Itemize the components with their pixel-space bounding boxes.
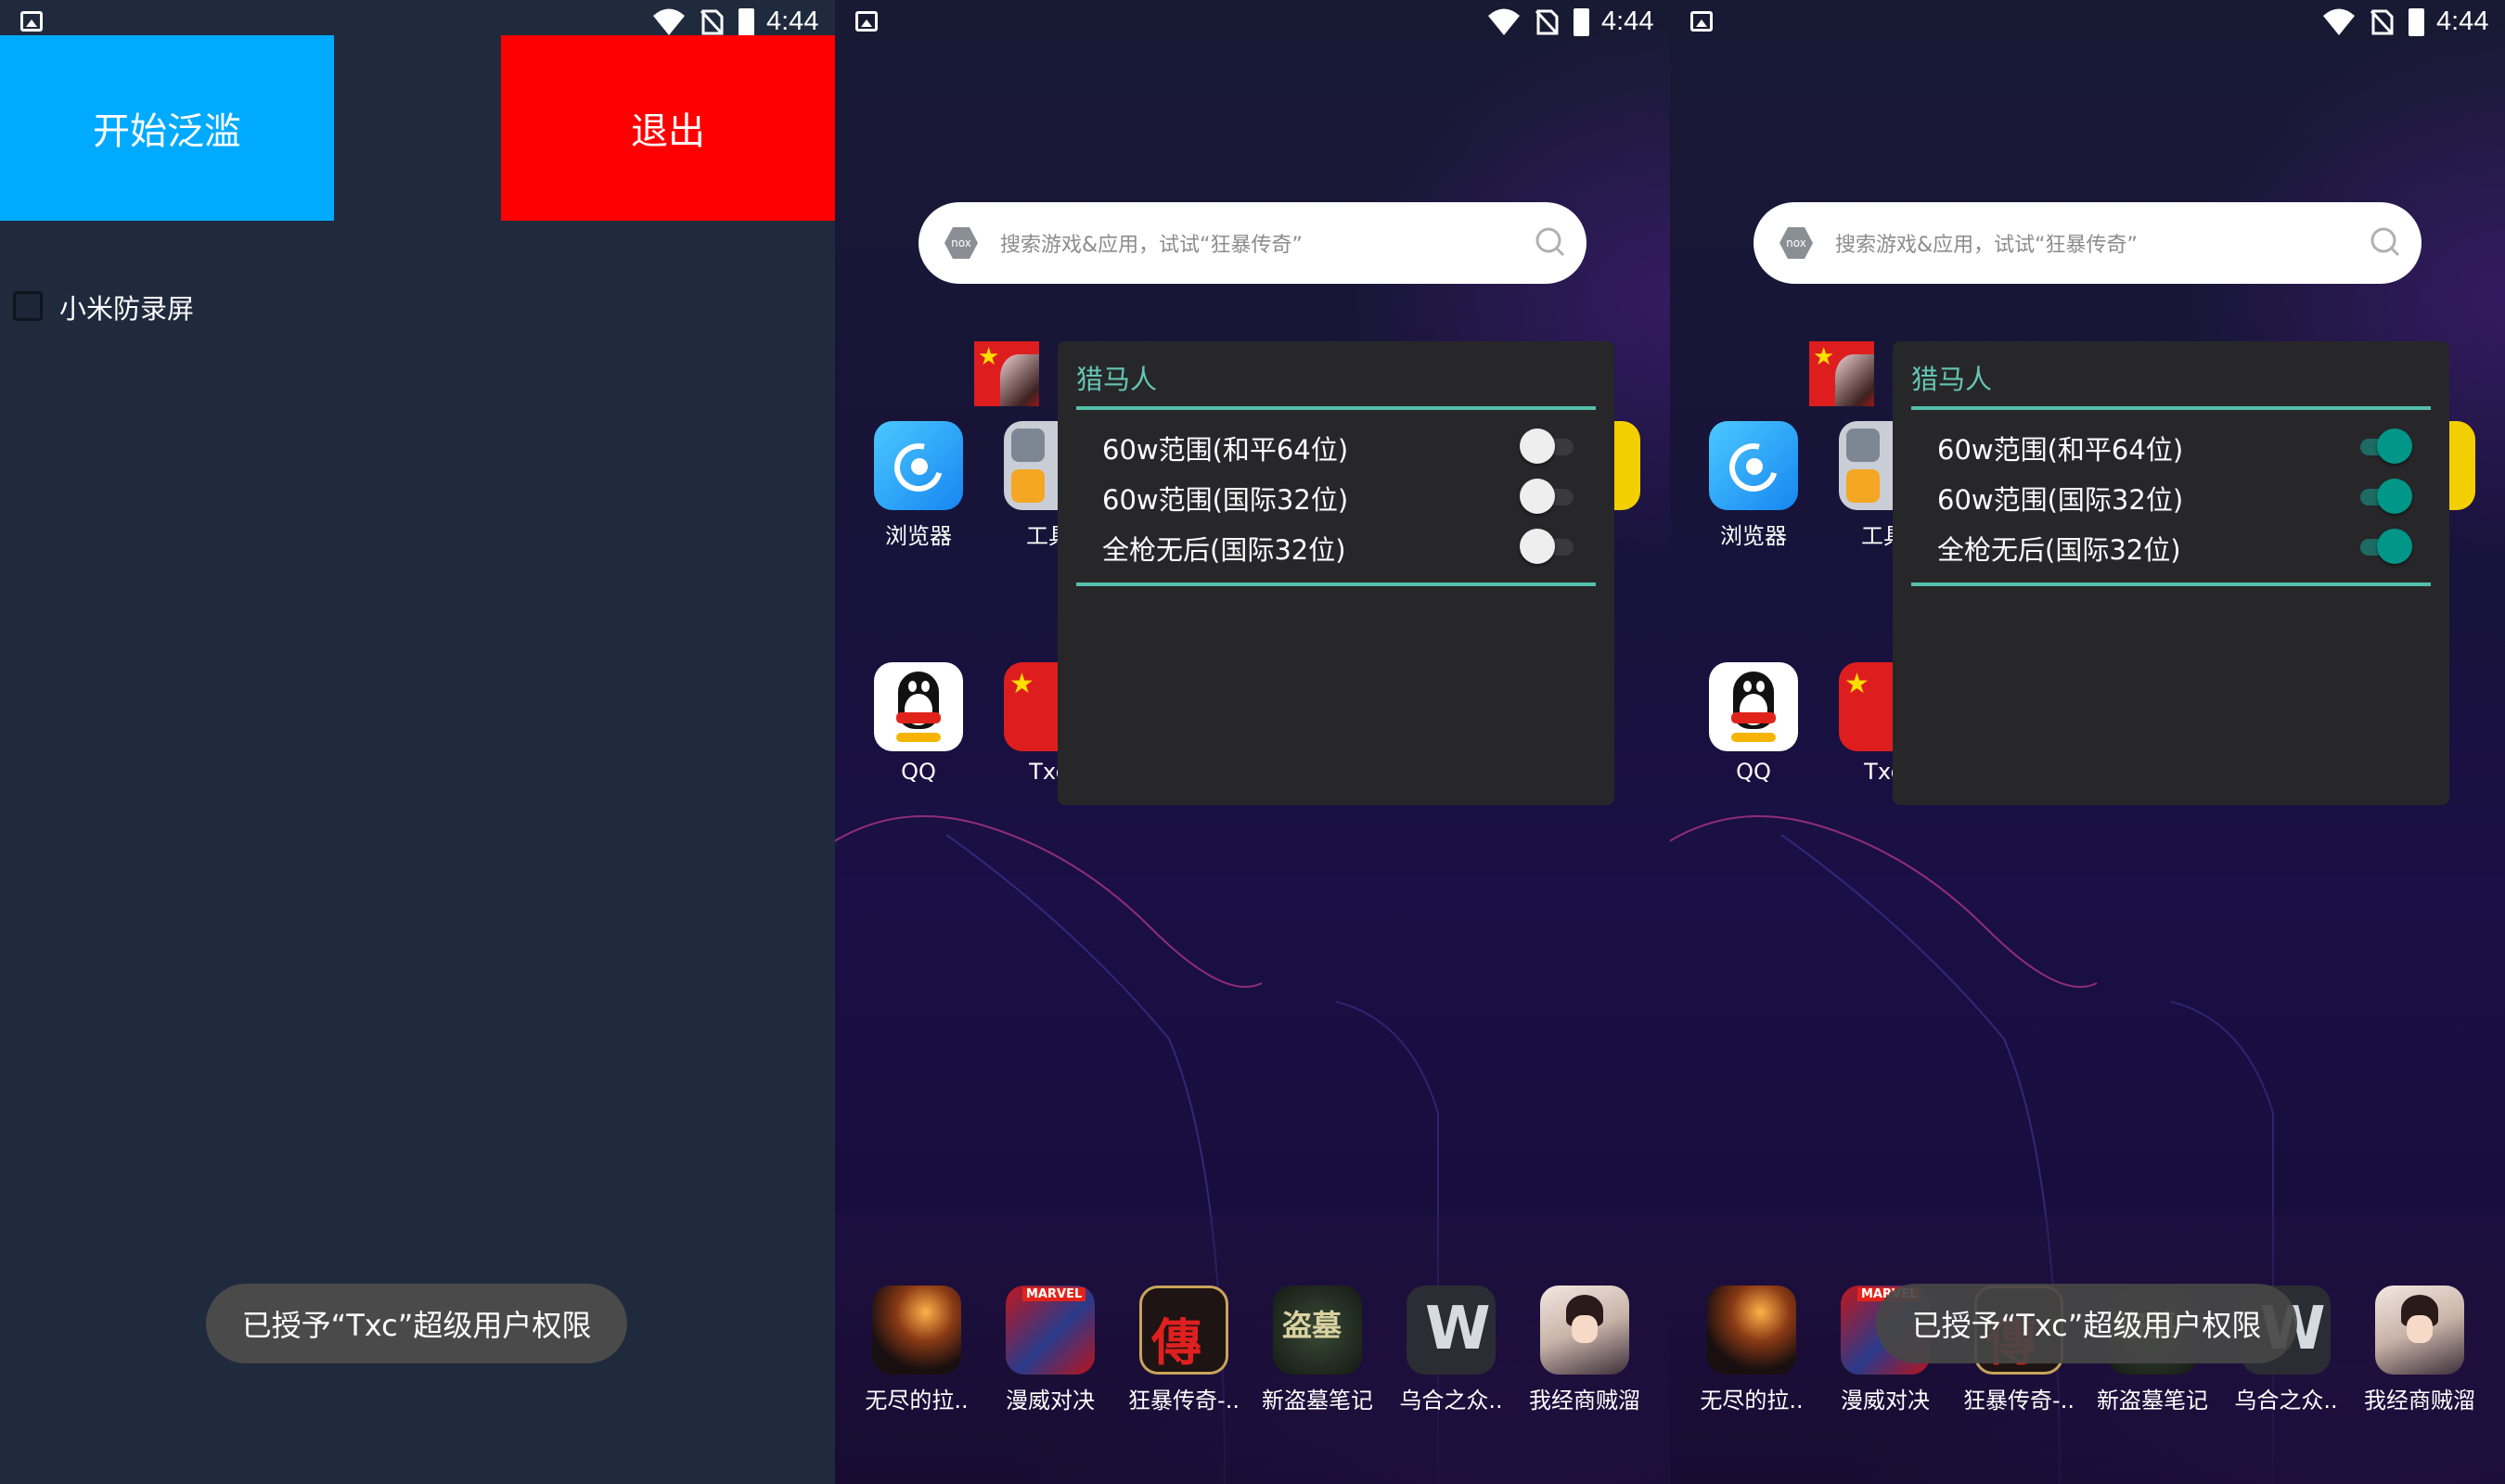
option-toggle-2[interactable] [1520,479,1575,514]
battery-icon [2409,8,2424,36]
app-label: 新盗墓笔记 [1262,1388,1373,1414]
flag-wallpaper-icon: ★ [1809,341,1874,406]
dock: 无尽的拉.. 漫威对决 狂暴传奇-.. 新盗墓笔记 乌合之众.. 我经商贼溜 [835,1215,1670,1484]
dock-app-4[interactable]: 新盗墓笔记 [1262,1286,1373,1414]
launcher-screen-off: 4:44 nox 搜索游戏&应用，试试“狂暴传奇” ★ 浏览器 工具 QQ ★ … [835,0,1670,1484]
status-bar: 4:44 [835,0,1670,45]
qq-icon [1709,662,1798,751]
option-toggle-1[interactable] [1520,429,1575,464]
app-label: 狂暴传奇-.. [1128,1388,1240,1414]
option-label: 60w范围(国际32位) [1102,484,1349,516]
no-sim-icon [1535,9,1559,35]
option-label: 全枪无后(国际32位) [1937,534,2181,566]
menu-divider-bottom [1911,582,2431,586]
menu-divider-top [1911,406,2431,410]
option-toggle-2[interactable] [2355,479,2412,514]
marvel-icon [1006,1286,1095,1375]
app-label: 乌合之众.. [1399,1388,1503,1414]
image-notification-icon [20,11,43,32]
app-label: 无尽的拉.. [1700,1388,1804,1414]
menu-divider-bottom [1076,582,1596,586]
game-icon [872,1286,961,1375]
launcher-screen-on: 4:44 nox 搜索游戏&应用，试试“狂暴传奇” ★ 浏览器 工具 QQ ★ … [1670,0,2505,1484]
game-icon [1273,1286,1362,1375]
app-label: 乌合之众.. [2234,1388,2338,1414]
option-label: 60w范围(和平64位) [1937,434,2184,466]
battery-icon [739,8,754,36]
app-label: 漫威对决 [1841,1388,1930,1414]
game-icon [2375,1286,2464,1375]
image-notification-icon [1690,11,1713,32]
dock-app-1[interactable]: 无尽的拉.. [861,1286,972,1414]
app-browser[interactable]: 浏览器 [863,421,974,550]
browser-icon [1709,421,1798,510]
no-sim-icon [700,9,724,35]
battery-icon [1574,8,1589,36]
app-search-bar[interactable]: nox 搜索游戏&应用，试试“狂暴传奇” [918,202,1586,284]
menu-title: 猎马人 [1076,364,1158,395]
game-icon [1540,1286,1629,1375]
menu-title: 猎马人 [1911,364,1993,395]
app-browser[interactable]: 浏览器 [1698,421,1809,550]
app-label: 漫威对决 [1006,1388,1095,1414]
wifi-icon [2323,8,2355,35]
dock-app-2[interactable]: 漫威对决 [995,1286,1106,1414]
superuser-toast: 已授予“Txc”超级用户权限 [1876,1284,2297,1363]
app-label: QQ [901,759,936,785]
xiaomi-anti-record-checkbox[interactable] [13,291,43,321]
no-sim-icon [2370,9,2394,35]
dock-app-6[interactable]: 我经商贼溜 [2364,1286,2475,1414]
start-flood-button[interactable]: 开始泛滥 [0,35,334,221]
qq-icon [874,662,963,751]
exit-button[interactable]: 退出 [501,35,835,221]
floating-cheat-menu: 猎马人 60w范围(和平64位) 60w范围(国际32位) 全枪无后(国际32位… [1058,341,1614,805]
option-label: 60w范围(国际32位) [1937,484,2184,516]
wifi-icon [1488,8,1520,35]
search-placeholder: 搜索游戏&应用，试试“狂暴传奇” [1000,234,1303,257]
txc-app-screen: 4:44 开始泛滥 退出 小米防录屏 已授予“Txc”超级用户权限 [0,0,835,1484]
floating-cheat-menu: 猎马人 60w范围(和平64位) 60w范围(国际32位) 全枪无后(国际32位… [1893,341,2449,805]
dock-app-1[interactable]: 无尽的拉.. [1696,1286,1807,1414]
search-icon[interactable] [2370,224,2401,262]
app-label: 新盗墓笔记 [2097,1388,2208,1414]
option-label: 60w范围(和平64位) [1102,434,1349,466]
game-icon [1707,1286,1796,1375]
status-time: 4:44 [1601,6,1654,36]
dock-app-3[interactable]: 狂暴传奇-.. [1128,1286,1240,1414]
option-toggle-3[interactable] [1520,529,1575,564]
browser-icon [874,421,963,510]
wifi-icon [653,8,685,35]
app-label: 狂暴传奇-.. [1963,1388,2075,1414]
nox-logo-icon: nox [944,227,978,259]
superuser-toast: 已授予“Txc”超级用户权限 [206,1284,627,1363]
status-time: 4:44 [766,6,819,36]
app-label: 我经商贼溜 [1529,1388,1640,1414]
app-label: QQ [1736,759,1771,785]
xiaomi-anti-record-label: 小米防录屏 [59,293,195,325]
search-placeholder: 搜索游戏&应用，试试“狂暴传奇” [1835,234,2138,257]
image-notification-icon [855,11,878,32]
app-label: 浏览器 [1720,523,1787,549]
app-label: 我经商贼溜 [2364,1388,2475,1414]
app-qq[interactable]: QQ [1698,662,1809,785]
app-search-bar[interactable]: nox 搜索游戏&应用，试试“狂暴传奇” [1754,202,2422,284]
dock-app-5[interactable]: 乌合之众.. [1395,1286,1507,1414]
app-qq[interactable]: QQ [863,662,974,785]
option-toggle-3[interactable] [2355,529,2412,564]
game-icon [1407,1286,1496,1375]
status-bar: 4:44 [1670,0,2505,45]
app-label: 无尽的拉.. [865,1388,969,1414]
option-toggle-1[interactable] [2355,429,2412,464]
option-label: 全枪无后(国际32位) [1102,534,1346,566]
app-label: 浏览器 [885,523,952,549]
flag-wallpaper-icon: ★ [974,341,1039,406]
status-time: 4:44 [2436,6,2489,36]
game-icon [1139,1286,1228,1375]
dock-app-6[interactable]: 我经商贼溜 [1529,1286,1640,1414]
nox-logo-icon: nox [1779,227,1813,259]
menu-divider-top [1076,406,1596,410]
search-icon[interactable] [1535,224,1566,262]
